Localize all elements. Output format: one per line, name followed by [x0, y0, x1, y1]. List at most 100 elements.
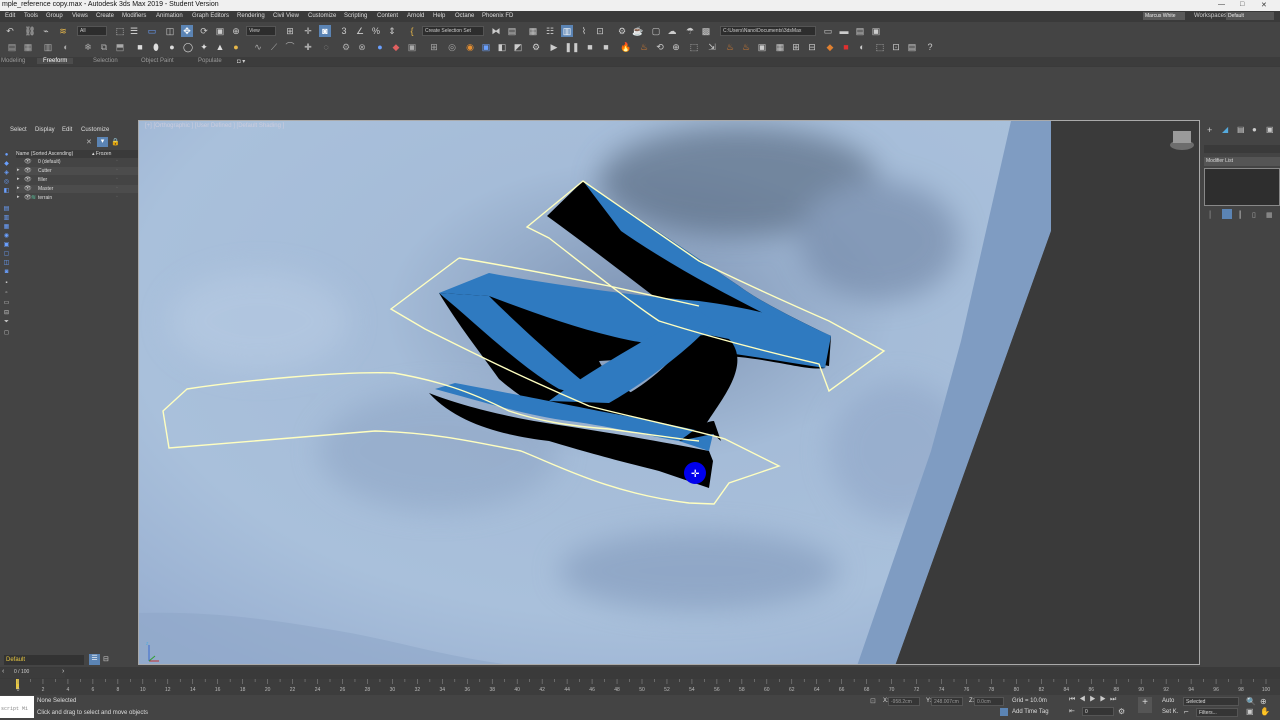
align-icon[interactable]: ▤: [506, 25, 518, 37]
selection-filter-dropdown[interactable]: All: [77, 26, 107, 36]
cone-icon[interactable]: ▲: [214, 41, 226, 53]
ribbon-toggle-icon[interactable]: ▥: [561, 25, 573, 37]
dynamics-icon[interactable]: ◆: [390, 41, 402, 53]
filter-icon[interactable]: ▾: [97, 137, 108, 147]
zoom-all-icon[interactable]: ⊕: [1260, 697, 1267, 706]
lock-icon[interactable]: 🔒: [111, 138, 120, 146]
modifier-stack[interactable]: [1204, 168, 1280, 206]
snaps-toggle-icon[interactable]: 3: [338, 25, 350, 37]
viewport-canvas[interactable]: ✛: [139, 121, 1200, 665]
menu-create[interactable]: Create: [96, 13, 114, 19]
rect-selection-icon[interactable]: ▭: [146, 25, 158, 37]
add-time-tag[interactable]: Add Time Tag: [1012, 709, 1049, 715]
tab-modeling[interactable]: Modeling: [1, 58, 25, 64]
menu-modifiers[interactable]: Modifiers: [122, 13, 146, 19]
menu-civil-view[interactable]: Civil View: [273, 13, 299, 19]
phoenix-grid2-icon[interactable]: ⊡: [890, 41, 902, 53]
phoenix-cache-icon[interactable]: ⊟: [806, 41, 818, 53]
menu-animation[interactable]: Animation: [156, 13, 183, 19]
workspace-dropdown[interactable]: Default: [1226, 12, 1274, 20]
schematic-view-icon[interactable]: ⊡: [594, 25, 606, 37]
isolate-icon[interactable]: ⊡: [870, 697, 876, 705]
reference-coord-dropdown[interactable]: View: [246, 26, 276, 36]
layer-move-icon[interactable]: ▥: [42, 41, 54, 53]
layer-explorer-icon[interactable]: ☷: [544, 25, 556, 37]
spacewarp-icon[interactable]: ◌: [320, 41, 332, 53]
spinner-snap-icon[interactable]: ⇕: [386, 25, 398, 37]
explorer-menu-edit[interactable]: Edit: [62, 127, 72, 133]
particles-icon[interactable]: ●: [374, 41, 386, 53]
phoenix-source-icon[interactable]: ⟲: [654, 41, 666, 53]
container-icon[interactable]: ⬒: [114, 41, 126, 53]
display-cameras-icon[interactable]: ◎: [2, 178, 11, 185]
modifier-icon[interactable]: ▣: [406, 41, 418, 53]
spline-icon[interactable]: ∿: [252, 41, 264, 53]
zoom-icon[interactable]: 🔍: [1246, 697, 1256, 706]
placement-icon[interactable]: ⊕: [230, 25, 242, 37]
display-groups-icon[interactable]: ▥: [2, 214, 11, 221]
tab-selection[interactable]: Selection: [93, 58, 118, 64]
modifier-list-dropdown[interactable]: Modifier List: [1204, 157, 1280, 166]
phoenix-foam-icon[interactable]: ♨: [740, 41, 752, 53]
create-tab-icon[interactable]: +: [1207, 125, 1212, 135]
folder-icon[interactable]: ▣: [870, 25, 882, 37]
render-frame-icon[interactable]: ▢: [650, 25, 662, 37]
column-frozen-header[interactable]: ▴ Frozen: [92, 151, 111, 157]
phoenix-lib-icon[interactable]: ▤: [906, 41, 918, 53]
zoom-extents-icon[interactable]: ▣: [1246, 707, 1254, 716]
shapes-icon[interactable]: ⟋: [268, 41, 280, 53]
explorer-menu-customize[interactable]: Customize: [81, 127, 109, 133]
layer-add-icon[interactable]: ▦: [22, 41, 34, 53]
edit-named-selection-icon[interactable]: {: [406, 25, 418, 37]
menu-customize[interactable]: Customize: [308, 13, 336, 19]
menu-octane[interactable]: Octane: [455, 13, 474, 19]
phoenix-emitter-icon[interactable]: ⊕: [670, 41, 682, 53]
manipulate-icon[interactable]: ✛: [302, 25, 314, 37]
undo-icon[interactable]: ↶: [4, 25, 16, 37]
key-mode-icon[interactable]: ⇤: [1069, 707, 1075, 715]
freeze-toggle-icon[interactable]: ◦: [116, 176, 118, 182]
object-name-field[interactable]: [1204, 145, 1280, 153]
select-scale-icon[interactable]: ▣: [214, 25, 226, 37]
menu-group[interactable]: Group: [46, 13, 63, 19]
auto-key-button[interactable]: Auto: [1162, 698, 1174, 704]
column-name-header[interactable]: Name (Sorted Ascending): [16, 151, 73, 157]
display-bones-icon[interactable]: ◉: [2, 232, 11, 239]
menu-phoenix-fd[interactable]: Phoenix FD: [482, 13, 513, 19]
phoenix-render-icon[interactable]: ◐: [856, 41, 868, 53]
box-icon[interactable]: ■: [134, 41, 146, 53]
prev-frame-icon[interactable]: ‹: [2, 668, 4, 675]
unlink-icon[interactable]: ⌁: [40, 25, 52, 37]
minimize-button[interactable]: —: [1218, 1, 1225, 8]
menu-views[interactable]: Views: [72, 13, 88, 19]
octane-settings-icon[interactable]: ⚙: [530, 41, 542, 53]
display-none-icon[interactable]: ▪: [2, 279, 11, 286]
octane-material-icon[interactable]: ◧: [496, 41, 508, 53]
stop-icon[interactable]: ■: [584, 41, 596, 53]
phoenix-voxel-icon[interactable]: ⬚: [688, 41, 700, 53]
show-end-result-icon[interactable]: [1222, 209, 1232, 219]
maxscript-listener[interactable]: script Mi: [0, 696, 34, 718]
torus-icon[interactable]: ◯: [182, 41, 194, 53]
hide-icon[interactable]: ◐: [60, 41, 72, 53]
remove-modifier-icon[interactable]: ▯: [1252, 211, 1256, 219]
hierarchy-tab-icon[interactable]: ▤: [1237, 125, 1245, 134]
layer-row-cutter[interactable]: ▸ 👁 Cutter ◦: [16, 167, 138, 175]
pause-icon[interactable]: ❚❚: [564, 41, 579, 53]
menu-scripting[interactable]: Scripting: [344, 13, 367, 19]
menu-tools[interactable]: Tools: [24, 13, 38, 19]
time-slider[interactable]: 0 / 100 › ‹: [0, 667, 1280, 679]
freeze-toggle-icon[interactable]: ◦: [116, 167, 118, 173]
make-unique-icon[interactable]: ┃: [1238, 211, 1242, 219]
frame-display[interactable]: 0 / 100: [0, 668, 65, 678]
display-all-icon[interactable]: ◙: [2, 268, 11, 275]
link-icon[interactable]: ⛓: [24, 25, 36, 37]
mirror-icon[interactable]: ⧓: [490, 25, 502, 37]
play-icon[interactable]: ▶: [548, 41, 560, 53]
visibility-eye-icon[interactable]: 👁: [24, 158, 32, 165]
percent-snap-icon[interactable]: %: [370, 25, 382, 37]
display-hidden-icon[interactable]: ◫: [2, 259, 11, 266]
next-frame-icon[interactable]: ›: [62, 668, 64, 675]
filter-funnel-icon[interactable]: ⏷: [2, 319, 11, 326]
project-folder-dropdown[interactable]: C:\Users\Nano\Documents\3dsMax: [720, 26, 816, 36]
